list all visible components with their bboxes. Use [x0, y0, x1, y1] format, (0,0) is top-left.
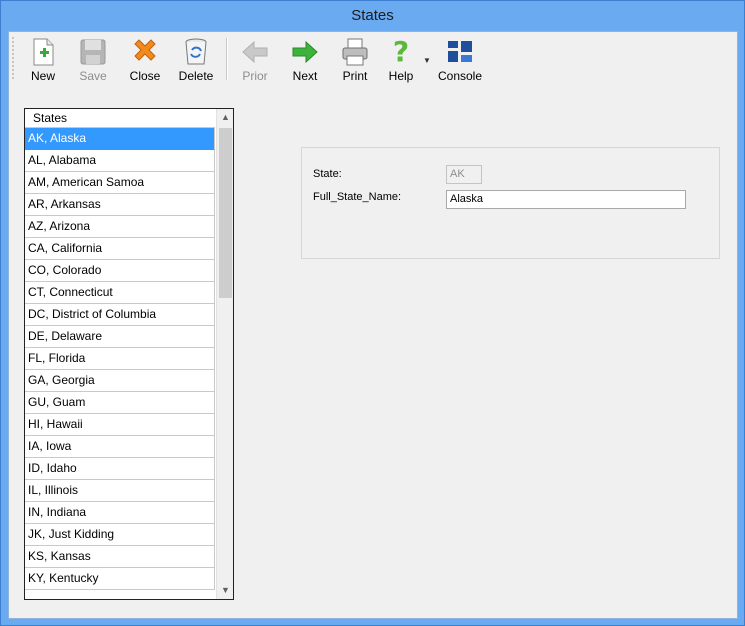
- list-item[interactable]: HI, Hawaii: [25, 414, 215, 436]
- next-label: Next: [292, 69, 318, 83]
- new-button[interactable]: New: [23, 34, 63, 84]
- help-label: Help: [388, 69, 414, 83]
- console-button[interactable]: Console: [435, 34, 485, 84]
- list-item[interactable]: AR, Arkansas: [25, 194, 215, 216]
- list-item[interactable]: KS, Kansas: [25, 546, 215, 568]
- window-title: States: [351, 7, 394, 24]
- toolbar-separator: [226, 38, 227, 80]
- save-disk-icon: [80, 39, 106, 65]
- help-button[interactable]: ? Help: [381, 34, 421, 84]
- print-button[interactable]: Print: [335, 34, 375, 84]
- state-label: State:: [313, 168, 342, 180]
- full-state-name-label: Full_State_Name:: [313, 191, 402, 203]
- scroll-up-icon[interactable]: ▲: [217, 109, 233, 126]
- save-label: Save: [79, 69, 107, 83]
- print-label: Print: [342, 69, 368, 83]
- svg-text:?: ?: [393, 36, 409, 68]
- list-item[interactable]: AK, Alaska: [25, 128, 215, 150]
- client-area: New Save Close Delete Prior Next Print ?…: [8, 31, 738, 619]
- close-button[interactable]: Close: [125, 34, 165, 84]
- list-item[interactable]: DE, Delaware: [25, 326, 215, 348]
- states-list-body: AK, Alaska AL, Alabama AM, American Samoa A…: [25, 128, 215, 590]
- printer-icon: [342, 38, 368, 66]
- list-item[interactable]: AZ, Arizona: [25, 216, 215, 238]
- toolbar-grip[interactable]: [12, 36, 14, 80]
- next-button[interactable]: Next: [285, 34, 325, 84]
- list-item[interactable]: IA, Iowa: [25, 436, 215, 458]
- prior-button[interactable]: Prior: [235, 34, 275, 84]
- recycle-bin-icon: [185, 38, 207, 65]
- close-x-icon: [134, 39, 156, 61]
- list-item[interactable]: KY, Kentucky: [25, 568, 215, 590]
- arrow-right-icon: [292, 40, 318, 64]
- arrow-left-icon: [242, 40, 268, 64]
- help-question-icon: ?: [393, 36, 409, 68]
- delete-label: Delete: [178, 69, 214, 83]
- new-label: New: [30, 69, 55, 83]
- close-label: Close: [129, 69, 161, 83]
- list-item[interactable]: IL, Illinois: [25, 480, 215, 502]
- list-item[interactable]: FL, Florida: [25, 348, 215, 370]
- list-item[interactable]: CO, Colorado: [25, 260, 215, 282]
- scrollbar-thumb[interactable]: [219, 128, 232, 298]
- list-item[interactable]: JK, Just Kidding: [25, 524, 215, 546]
- list-item[interactable]: IN, Indiana: [25, 502, 215, 524]
- list-item[interactable]: CT, Connecticut: [25, 282, 215, 304]
- list-item[interactable]: DC, District of Columbia: [25, 304, 215, 326]
- delete-button[interactable]: Delete: [175, 34, 217, 84]
- state-field: AK: [446, 165, 482, 184]
- list-item[interactable]: AM, American Samoa: [25, 172, 215, 194]
- states-listview[interactable]: States AK, Alaska AL, Alabama AM, American…: [24, 108, 234, 600]
- help-dropdown-arrow-icon[interactable]: ▼: [423, 56, 431, 65]
- list-item[interactable]: GA, Georgia: [25, 370, 215, 392]
- list-item[interactable]: ID, Idaho: [25, 458, 215, 480]
- list-item[interactable]: GU, Guam: [25, 392, 215, 414]
- prior-label: Prior: [242, 69, 268, 83]
- app-window: States New Save Close Delete Prior Next …: [0, 0, 745, 626]
- toolbar: New Save Close Delete Prior Next Print ?…: [9, 32, 737, 86]
- list-item[interactable]: CA, California: [25, 238, 215, 260]
- column-header-states[interactable]: States: [25, 109, 215, 128]
- new-document-icon: [33, 38, 54, 66]
- detail-panel: State: AK Full_State_Name: Alaska: [301, 147, 720, 259]
- scroll-down-icon[interactable]: ▼: [217, 582, 233, 599]
- console-dashboard-icon: [448, 41, 472, 62]
- list-item[interactable]: AL, Alabama: [25, 150, 215, 172]
- vertical-scrollbar[interactable]: ▲ ▼: [216, 109, 233, 599]
- save-button[interactable]: Save: [73, 34, 113, 84]
- full-state-name-input[interactable]: Alaska: [446, 190, 686, 209]
- console-label: Console: [437, 69, 483, 83]
